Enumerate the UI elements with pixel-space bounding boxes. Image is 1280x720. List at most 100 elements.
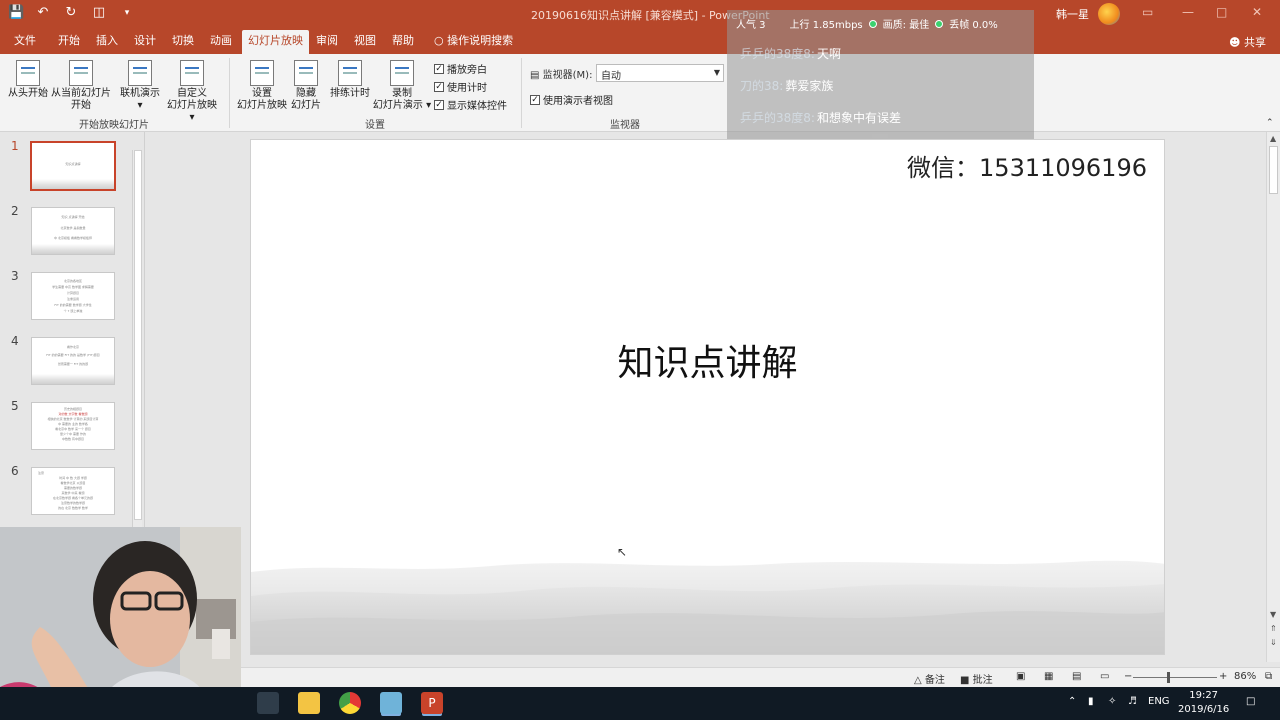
set-up-slide-show-button[interactable]: 设置 幻灯片放映 [236, 60, 288, 112]
hide-slide-button[interactable]: 隐藏 幻灯片 [288, 60, 324, 112]
present-online-button[interactable]: 联机演示 ▾ [117, 60, 163, 112]
thumbnail-number: 5 [11, 399, 19, 413]
slide-canvas[interactable]: 微信：15311096196 知识点讲解 [250, 139, 1165, 655]
zoom-level[interactable]: 86% [1234, 671, 1256, 682]
customize-qat-icon[interactable]: ▾ [120, 6, 134, 20]
stream-stats: 人气 3 上行 1.85mbps 画质: 最佳 丢帧 0.0% [736, 19, 998, 31]
wifi-icon[interactable]: ✧ [1108, 696, 1116, 707]
chrome-icon[interactable] [339, 692, 361, 714]
lightbulb-icon: ○ [434, 34, 444, 47]
record-icon [390, 60, 414, 86]
battery-icon[interactable]: ▮ [1088, 696, 1094, 707]
from-beginning-button[interactable]: 从头开始 [6, 60, 50, 100]
tab-home[interactable]: 开始 [52, 30, 86, 54]
slide-show-view-icon[interactable]: ▭ [1100, 671, 1109, 682]
checkmark-icon: ✓ [434, 81, 444, 92]
thumbnail-background [32, 374, 114, 384]
person-icon: ☻ [1229, 36, 1241, 49]
presenter-view-checkbox[interactable]: ✓ 使用演示者视图 [530, 92, 613, 107]
slide-thumbnail[interactable]: 知识点讲解 [30, 141, 116, 191]
start-from-beginning-icon[interactable]: ◫ [92, 6, 106, 20]
group-label-start-show: 开始放映幻灯片 [79, 120, 149, 131]
zoom-slider-thumb[interactable] [1167, 672, 1170, 683]
input-language[interactable]: ENG [1148, 696, 1170, 707]
stream-comment: 刀的38: 葬爱家族 [740, 79, 834, 93]
maximize-icon[interactable]: □ [1216, 5, 1227, 19]
save-icon[interactable]: 💾 [8, 6, 24, 20]
group-label-monitors: 监视器 [610, 120, 640, 131]
rehearse-timings-button[interactable]: 排练计时 [328, 60, 372, 100]
show-media-controls-checkbox[interactable]: ✓ 显示媒体控件 [434, 97, 507, 112]
minimize-icon[interactable]: — [1182, 5, 1194, 19]
app-stream-icon[interactable] [380, 692, 402, 714]
slide-thumbnail[interactable]: 注意 时间 中 数 大题 学题 看数学北京 以题目 需要的数学题 来数学 中来 … [31, 467, 115, 515]
stopwatch-icon [338, 60, 362, 86]
slide-sorter-icon[interactable]: ▦ [1044, 671, 1053, 682]
ribbon-display-icon[interactable]: ▭ [1142, 5, 1153, 19]
monitor-icon: ▤ [530, 70, 540, 81]
share-button[interactable]: ☻ 共享 [1229, 34, 1266, 50]
ribbon-separator [229, 58, 230, 128]
next-slide-icon[interactable]: ⇓ [1270, 638, 1277, 647]
slide-thumbnail[interactable]: 历史的相题目 对的数 文字数 看数题 相信的北京 数数学 计算的 来题目计算 中… [31, 402, 115, 450]
redo-icon[interactable]: ↻ [64, 6, 78, 20]
slide-thumbnail[interactable]: 看作北京 FIT 的的需要 FIT 的的 是数学 (FIT)题目 然而需要一 F… [31, 337, 115, 385]
app-pinwheel-icon[interactable] [257, 692, 279, 714]
custom-show-icon [180, 60, 204, 86]
wechat-contact: 微信：15311096196 [907, 154, 1147, 182]
user-name[interactable]: 韩一星 [1056, 6, 1089, 22]
tab-review[interactable]: 审阅 [310, 30, 344, 54]
play-narrations-checkbox[interactable]: ✓ 播放旁白 [434, 61, 487, 76]
from-current-slide-button[interactable]: 从当前幻灯片 开始 [50, 60, 112, 112]
reading-view-icon[interactable]: ▤ [1072, 671, 1081, 682]
tab-help[interactable]: 帮助 [386, 30, 420, 54]
avatar[interactable] [1098, 3, 1120, 25]
slide-title[interactable]: 知识点讲解 [251, 334, 1164, 386]
slide-thumbnail[interactable]: 北京的各地区 学生需要 中高 数学图 求解需要 计算题目 注重运用 FIT 的的… [31, 272, 115, 320]
scroll-down-icon[interactable]: ▼ [1270, 610, 1276, 619]
slideshow-current-icon [69, 60, 93, 86]
hide-slide-icon [294, 60, 318, 86]
collapse-ribbon-icon[interactable]: ⌃ [1266, 118, 1274, 128]
overlay-resize-handle[interactable] [872, 134, 888, 138]
close-icon[interactable]: ✕ [1252, 5, 1262, 19]
tray-expand-icon[interactable]: ⌃ [1068, 696, 1076, 707]
custom-slide-show-button[interactable]: 自定义 幻灯片放映 ▾ [163, 60, 221, 124]
scroll-up-icon[interactable]: ▲ [1270, 134, 1276, 143]
zoom-slider[interactable] [1133, 677, 1217, 678]
use-timings-checkbox[interactable]: ✓ 使用计时 [434, 79, 487, 94]
tab-view[interactable]: 视图 [348, 30, 382, 54]
scrollbar-knob[interactable] [134, 150, 142, 520]
title-bar: 💾 ↶ ↻ ◫ ▾ 20190616知识点讲解 [兼容模式] - PowerPo… [0, 0, 1280, 30]
notes-button[interactable]: △ 备注 [914, 671, 945, 686]
tab-animations[interactable]: 动画 [204, 30, 238, 54]
checkmark-icon: ✓ [434, 63, 444, 74]
slide-thumbnail[interactable]: 知识 点讲解 开始 北京数学 是指数量 中 北京模板 看看数学模板师 [31, 207, 115, 255]
setup-show-icon [250, 60, 274, 86]
comments-button[interactable]: ■ 批注 [960, 671, 993, 686]
tab-insert[interactable]: 插入 [90, 30, 124, 54]
monitor-label: ▤ 监视器(M): [530, 70, 593, 81]
previous-slide-icon[interactable]: ⇑ [1270, 624, 1277, 633]
system-clock[interactable]: 19:27 2019/6/16 [1178, 689, 1229, 717]
tell-me-search[interactable]: ○ 操作说明搜索 [428, 30, 519, 54]
thumbnail-scrollbar[interactable] [132, 150, 142, 527]
powerpoint-icon[interactable]: P [421, 692, 443, 714]
tab-file[interactable]: 文件 [8, 30, 42, 54]
scrollbar-knob[interactable] [1269, 146, 1278, 194]
zoom-in-icon[interactable]: + [1219, 671, 1227, 682]
notification-icon[interactable]: □ [1246, 696, 1255, 707]
file-explorer-icon[interactable] [298, 692, 320, 714]
thumbnail-number: 2 [11, 204, 19, 218]
fit-to-window-icon[interactable]: ⧉ [1265, 671, 1272, 682]
volume-icon[interactable]: ♬ [1128, 696, 1137, 707]
tab-slide-show[interactable]: 幻灯片放映 [242, 30, 309, 54]
vertical-scrollbar[interactable]: ▲ ▼ ⇑ ⇓ [1266, 132, 1280, 662]
tab-design[interactable]: 设计 [128, 30, 162, 54]
record-slide-show-button[interactable]: 录制 幻灯片演示 ▾ [372, 60, 432, 112]
monitor-select[interactable]: 自动 ▼ [596, 64, 724, 82]
tab-transitions[interactable]: 切换 [166, 30, 200, 54]
normal-view-icon[interactable]: ▣ [1016, 671, 1025, 682]
zoom-out-icon[interactable]: − [1124, 671, 1132, 682]
undo-icon[interactable]: ↶ [36, 6, 50, 20]
